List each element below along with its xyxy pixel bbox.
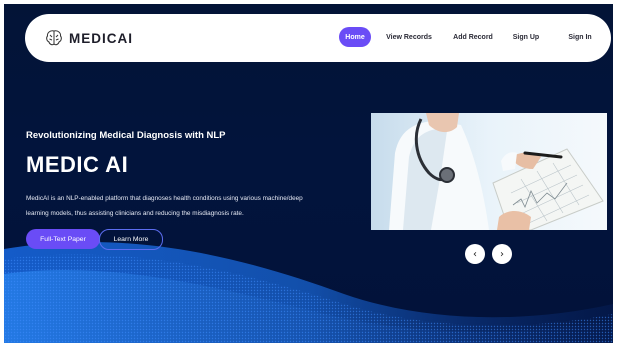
full-text-paper-button[interactable]: Full-Text Paper [26, 229, 100, 249]
nav-sign-up[interactable]: Sign Up [511, 27, 541, 47]
nav-add-record[interactable]: Add Record [451, 27, 495, 47]
brand-name: MEDICAI [69, 30, 133, 46]
carousel-next-button[interactable]: › [492, 244, 512, 264]
brand-logo[interactable]: MEDICAI [44, 27, 133, 49]
nav-home[interactable]: Home [339, 27, 371, 47]
hero-title: MEDIC AI [26, 152, 129, 177]
navbar: MEDICAI Home View Records Add Record Sig… [25, 14, 611, 62]
nav-view-records[interactable]: View Records [384, 27, 434, 47]
nav-sign-in[interactable]: Sign In [565, 27, 595, 47]
brain-icon [46, 30, 62, 46]
doctor-image [371, 113, 607, 230]
hero-subtitle: Revolutionizing Medical Diagnosis with N… [26, 130, 226, 141]
carousel-prev-button[interactable]: ‹ [465, 244, 485, 264]
hero-description: MedicAI is an NLP-enabled platform that … [26, 195, 303, 217]
learn-more-button[interactable]: Learn More [99, 229, 163, 250]
hero-section: MEDICAI Home View Records Add Record Sig… [4, 4, 613, 343]
